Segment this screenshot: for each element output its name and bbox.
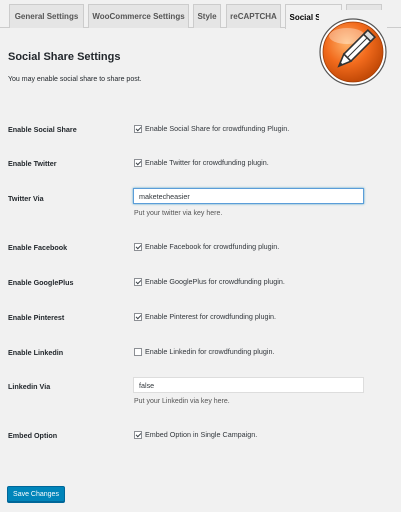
- tab-style[interactable]: Style: [193, 4, 221, 28]
- enable-social-share-label: Enable Social Share: [8, 125, 77, 134]
- save-changes-button[interactable]: Save Changes: [7, 486, 65, 502]
- page-title: Social Share Settings: [8, 51, 121, 63]
- enable-linkedin-label: Enable Linkedin: [8, 348, 64, 357]
- linkedin-via-label: Linkedin Via: [8, 382, 51, 391]
- page-description: You may enable social share to share pos…: [8, 76, 142, 83]
- pencil-logo-icon: [319, 10, 387, 94]
- enable-twitter-row[interactable]: Enable Twitter for crowdfunding plugin.: [134, 158, 269, 167]
- linkedin-via-hint: Put your Linkedin via key here.: [134, 398, 230, 405]
- enable-googleplus-checkbox[interactable]: [134, 277, 142, 286]
- enable-googleplus-row[interactable]: Enable GooglePlus for crowdfunding plugi…: [134, 277, 285, 286]
- enable-facebook-checkbox-label: Enable Facebook for crowdfunding plugin.: [145, 242, 280, 251]
- enable-social-share-checkbox[interactable]: [134, 124, 142, 133]
- enable-pinterest-checkbox[interactable]: [134, 312, 142, 321]
- twitter-via-input[interactable]: [133, 188, 364, 204]
- embed-option-label: Embed Option: [8, 431, 58, 440]
- enable-linkedin-row[interactable]: Enable Linkedin for crowdfunding plugin.: [134, 347, 274, 356]
- tab-general-settings[interactable]: General Settings: [9, 4, 84, 28]
- enable-linkedin-checkbox[interactable]: [134, 347, 142, 356]
- enable-facebook-row[interactable]: Enable Facebook for crowdfunding plugin.: [134, 242, 279, 251]
- tab-recaptcha[interactable]: reCAPTCHA: [226, 4, 281, 28]
- enable-googleplus-checkbox-label: Enable GooglePlus for crowdfunding plugi…: [145, 277, 285, 286]
- enable-pinterest-label: Enable Pinterest: [8, 313, 65, 322]
- enable-twitter-label: Enable Twitter: [8, 159, 57, 168]
- enable-social-share-row[interactable]: Enable Social Share for crowdfunding Plu…: [134, 124, 289, 133]
- tab-woocommerce-settings[interactable]: WooCommerce Settings: [88, 4, 189, 28]
- enable-pinterest-checkbox-label: Enable Pinterest for crowdfunding plugin…: [145, 312, 277, 321]
- enable-twitter-checkbox[interactable]: [134, 158, 142, 167]
- twitter-via-label: Twitter Via: [8, 194, 44, 203]
- enable-facebook-checkbox[interactable]: [134, 242, 142, 251]
- enable-facebook-label: Enable Facebook: [8, 243, 68, 252]
- enable-googleplus-label: Enable GooglePlus: [8, 278, 74, 287]
- enable-twitter-checkbox-label: Enable Twitter for crowdfunding plugin.: [145, 158, 269, 167]
- enable-pinterest-row[interactable]: Enable Pinterest for crowdfunding plugin…: [134, 312, 276, 321]
- embed-option-checkbox-label: Embed Option in Single Campaign.: [145, 430, 258, 439]
- embed-option-row[interactable]: Embed Option in Single Campaign.: [134, 430, 257, 439]
- enable-linkedin-checkbox-label: Enable Linkedin for crowdfunding plugin.: [145, 347, 275, 356]
- twitter-via-hint: Put your twitter via key here.: [134, 210, 223, 217]
- enable-social-share-checkbox-label: Enable Social Share for crowdfunding Plu…: [145, 124, 290, 133]
- embed-option-checkbox[interactable]: [134, 430, 142, 439]
- linkedin-via-input[interactable]: [133, 377, 364, 393]
